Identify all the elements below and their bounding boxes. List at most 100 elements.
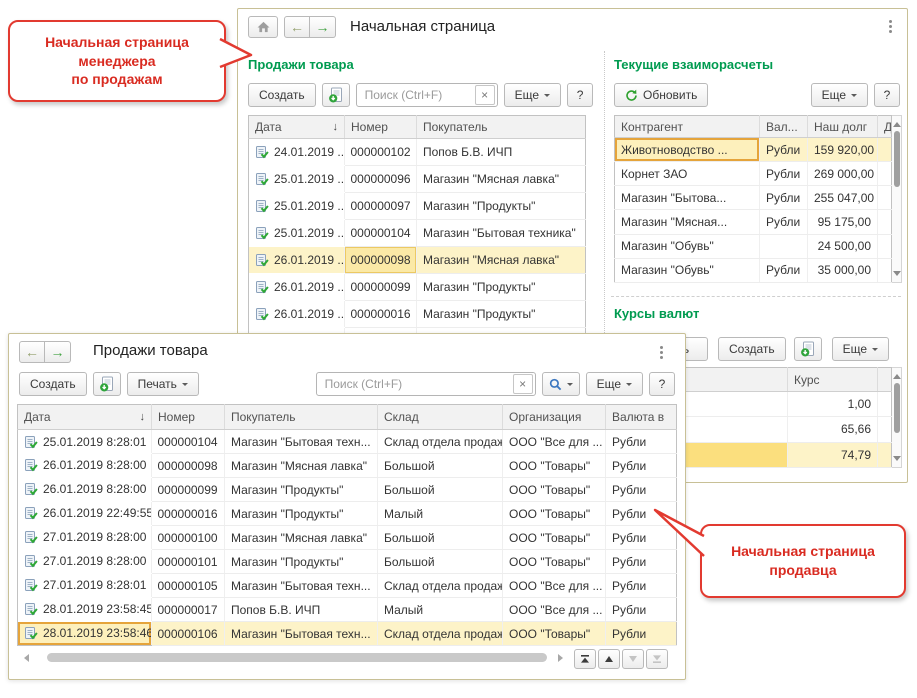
callout-tail [650, 502, 706, 562]
table-row[interactable]: Магазин "Обувь"Рубли35 000,00 [615, 258, 892, 282]
posted-document-icon-cell: 26.01.2019 22:49:55 [18, 502, 152, 525]
column-header-date[interactable]: Дата↓ [249, 116, 345, 139]
column-header-buyer[interactable]: Покупатель [417, 116, 586, 139]
column-header-date[interactable]: Дата↓ [18, 405, 152, 430]
forward-button[interactable]: → [45, 341, 71, 363]
table-row[interactable]: 28.01.2019 23:58:46000000106Магазин "Быт… [18, 622, 677, 646]
table-row[interactable]: 26.01.2019 8:28:00000000099Магазин "Прод… [18, 478, 677, 502]
column-header-cut[interactable] [878, 368, 892, 392]
chevron-down-icon [851, 94, 857, 100]
more-button[interactable]: Еще [832, 337, 889, 361]
scroll-up-icon[interactable] [893, 118, 901, 127]
column-header-rate[interactable]: Курс [788, 368, 878, 392]
table-row[interactable]: 27.01.2019 8:28:00000000101Магазин "Прод… [18, 550, 677, 574]
print-button[interactable]: Печать [127, 372, 199, 396]
help-button[interactable]: ? [649, 372, 675, 396]
table-row[interactable]: Корнет ЗАОРубли269 000,00 [615, 162, 892, 186]
table-row[interactable]: 25.01.2019 8:28:01000000104Магазин "Быто… [18, 430, 677, 454]
window-menu-kebab-icon[interactable] [886, 17, 895, 36]
triangle-down-icon [628, 654, 638, 664]
search-input[interactable] [323, 376, 513, 392]
window-menu-kebab-icon[interactable] [657, 343, 666, 362]
save-load-button[interactable] [322, 83, 350, 107]
create-button[interactable]: Создать [248, 83, 316, 107]
sales-documents-table: Дата↓ Номер Покупатель Склад Организация… [17, 404, 677, 646]
table-row[interactable]: 24.01.2019 ...000000102Попов Б.В. ИЧП [249, 139, 586, 166]
column-header-cut[interactable]: Д [878, 116, 892, 138]
create-button[interactable]: Создать [19, 372, 87, 396]
table-row[interactable]: 28.01.2019 23:58:45000000017Попов Б.В. И… [18, 598, 677, 622]
table-row[interactable]: 25.01.2019 ...000000096Магазин "Мясная л… [249, 166, 586, 193]
scrollbar-thumb[interactable] [894, 383, 900, 433]
table-header-row: Дата↓ Номер Покупатель [249, 116, 586, 139]
table-row[interactable]: Магазин "Бытова...Рубли255 047,00 [615, 186, 892, 210]
sales-panel-heading: Продажи товара [248, 57, 354, 72]
scroll-right-icon[interactable] [555, 651, 569, 665]
settlements-panel-toolbar: Обновить Еще ? [614, 83, 900, 107]
scroll-down-icon[interactable] [893, 456, 901, 465]
scroll-up-icon[interactable] [893, 370, 901, 379]
sort-desc-icon: ↓ [140, 411, 146, 423]
column-header-our-debt[interactable]: Наш долг [808, 116, 878, 138]
horizontal-scrollbar[interactable] [17, 651, 569, 665]
triangle-up-icon [604, 654, 614, 664]
search-field[interactable]: × [356, 83, 498, 107]
column-header-number[interactable]: Номер [152, 405, 225, 430]
more-button[interactable]: Еще [811, 83, 868, 107]
more-button[interactable]: Еще [586, 372, 643, 396]
forward-button[interactable]: → [310, 16, 336, 38]
chevron-down-icon [872, 348, 878, 354]
help-button[interactable]: ? [567, 83, 593, 107]
back-button[interactable]: ← [284, 16, 310, 38]
sort-desc-icon: ↓ [333, 121, 339, 133]
callout-text: Начальная страница [45, 33, 189, 52]
table-row[interactable]: 26.01.2019 ...000000099Магазин "Продукты… [249, 274, 586, 301]
vertical-scrollbar[interactable] [892, 367, 902, 468]
column-header-contractor[interactable]: Контрагент [615, 116, 760, 138]
table-row[interactable]: Животноводство ...Рубли159 920,00 [615, 138, 892, 162]
scroll-down-icon[interactable] [893, 271, 901, 280]
table-row[interactable]: Магазин "Обувь"24 500,00 [615, 234, 892, 258]
column-header-warehouse[interactable]: Склад [378, 405, 503, 430]
help-button[interactable]: ? [874, 83, 900, 107]
save-load-button[interactable] [93, 372, 121, 396]
settlements-table-wrap: Контрагент Вал... Наш долг Д Животноводс… [614, 115, 902, 283]
go-next-button[interactable] [622, 649, 644, 669]
arrow-right-icon: → [51, 344, 65, 360]
table-row[interactable]: Магазин "Мясная...Рубли95 175,00 [615, 210, 892, 234]
back-button[interactable]: ← [19, 341, 45, 363]
refresh-button[interactable]: Обновить [614, 83, 708, 107]
create-button[interactable]: Создать [718, 337, 786, 361]
save-load-button[interactable] [794, 337, 822, 361]
table-row[interactable]: 25.01.2019 ...000000097Магазин "Продукты… [249, 193, 586, 220]
table-row[interactable]: 25.01.2019 ...000000104Магазин "Бытовая … [249, 220, 586, 247]
clear-search-icon[interactable]: × [475, 85, 495, 105]
search-options-button[interactable] [542, 372, 580, 396]
vertical-scrollbar[interactable] [892, 115, 902, 283]
table-row[interactable]: 27.01.2019 8:28:00000000100Магазин "Мясн… [18, 526, 677, 550]
scrollbar-thumb[interactable] [894, 131, 900, 187]
record-navigation [574, 649, 668, 669]
scrollbar-track[interactable] [31, 651, 555, 665]
table-row[interactable]: 26.01.2019 ...000000098Магазин "Мясная л… [249, 247, 586, 274]
table-row[interactable]: 27.01.2019 8:28:01000000105Магазин "Быто… [18, 574, 677, 598]
column-header-currency[interactable]: Валюта в [606, 405, 677, 430]
column-header-buyer[interactable]: Покупатель [225, 405, 378, 430]
table-row[interactable]: 26.01.2019 22:49:55000000016Магазин "Про… [18, 502, 677, 526]
go-last-button[interactable] [646, 649, 668, 669]
more-button[interactable]: Еще [504, 83, 561, 107]
table-row[interactable]: 26.01.2019 ...000000016Магазин "Продукты… [249, 301, 586, 328]
column-header-organization[interactable]: Организация [503, 405, 606, 430]
scrollbar-thumb[interactable] [47, 653, 547, 662]
table-row[interactable]: 26.01.2019 8:28:00000000098Магазин "Мясн… [18, 454, 677, 478]
column-header-currency[interactable]: Вал... [760, 116, 808, 138]
posted-document-icon-cell: 26.01.2019 ... [249, 274, 345, 300]
search-input[interactable] [363, 87, 475, 103]
clear-search-icon[interactable]: × [513, 374, 533, 394]
go-previous-button[interactable] [598, 649, 620, 669]
column-header-number[interactable]: Номер [345, 116, 417, 139]
search-field[interactable]: × [316, 372, 536, 396]
go-first-button[interactable] [574, 649, 596, 669]
scroll-left-icon[interactable] [17, 651, 31, 665]
desktop: ← → Начальная страница Продажи товара Со… [0, 0, 917, 698]
